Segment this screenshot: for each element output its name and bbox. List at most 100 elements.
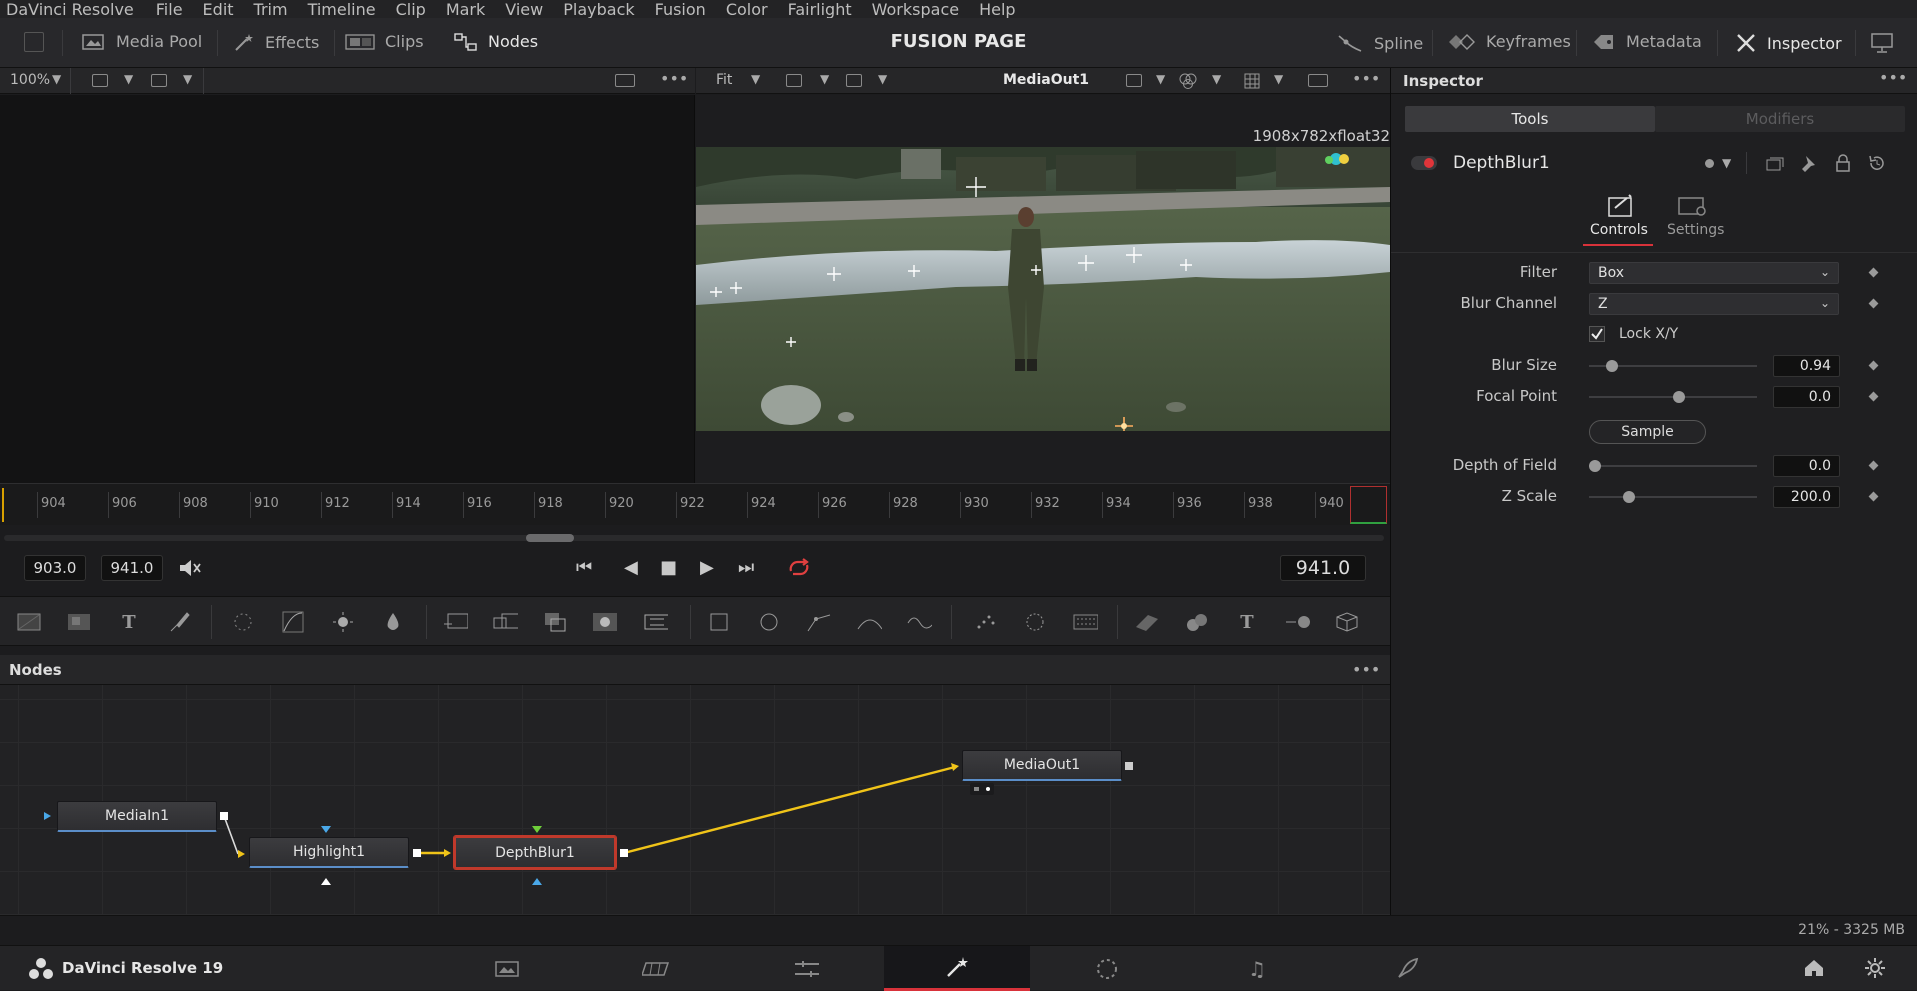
- lock-icon[interactable]: [1835, 154, 1851, 172]
- chevron-down-icon[interactable]: ▼: [1212, 72, 1221, 86]
- background-tool-icon[interactable]: [16, 609, 42, 635]
- chevron-down-icon[interactable]: ▼: [751, 72, 760, 86]
- clips-button[interactable]: Clips: [345, 32, 424, 51]
- keyframe-diamond-icon[interactable]: [1868, 267, 1879, 278]
- effects-button[interactable]: Effects: [233, 32, 319, 52]
- menu-clip[interactable]: Clip: [396, 0, 426, 19]
- chevron-down-icon[interactable]: ▼: [878, 72, 887, 86]
- transform-loop-tool-icon[interactable]: [642, 609, 668, 635]
- settings-icon[interactable]: [1677, 194, 1709, 218]
- menu-edit[interactable]: Edit: [203, 0, 234, 19]
- chevron-down-icon[interactable]: ▼: [1274, 72, 1283, 86]
- node-mediaout1[interactable]: MediaOut1: [962, 750, 1122, 781]
- fit-dropdown[interactable]: Fit: [716, 72, 732, 88]
- zoom-dropdown[interactable]: 100%: [10, 72, 50, 88]
- particle-render-icon[interactable]: [1022, 609, 1048, 635]
- speaker-icon[interactable]: [178, 558, 202, 578]
- home-icon[interactable]: [1803, 958, 1825, 978]
- stop-icon[interactable]: ■: [660, 557, 677, 578]
- channel-booleans-tool-icon[interactable]: [542, 609, 568, 635]
- node-depthblur1[interactable]: DepthBlur1: [454, 836, 616, 869]
- go-to-start-icon[interactable]: ⏮: [576, 557, 592, 578]
- version-icon[interactable]: [1766, 156, 1784, 172]
- keyframe-diamond-icon[interactable]: [1868, 491, 1879, 502]
- panel-toggle-button[interactable]: [24, 32, 44, 52]
- node-editor[interactable]: MediaIn1 Highlight1 DepthBlur1 MediaOut1: [0, 685, 1390, 915]
- focal-point-value[interactable]: 0.0: [1773, 386, 1840, 408]
- subtab-settings[interactable]: Settings: [1667, 222, 1724, 238]
- blur-channel-dropdown[interactable]: Z ⌄: [1589, 293, 1839, 315]
- more-options-icon[interactable]: •••: [1879, 68, 1907, 87]
- layout-icon[interactable]: [1308, 74, 1328, 87]
- text-3d-icon[interactable]: T: [1234, 609, 1260, 635]
- chevron-down-icon[interactable]: ▼: [820, 72, 829, 86]
- blur-size-slider[interactable]: [1589, 360, 1757, 372]
- wand-mask-icon[interactable]: [906, 609, 932, 635]
- tool-color-dot[interactable]: [1705, 159, 1714, 168]
- text-tool-icon[interactable]: T: [116, 609, 142, 635]
- chevron-down-icon[interactable]: ▼: [52, 72, 61, 86]
- merge-3d-tool-icon[interactable]: [492, 609, 518, 635]
- view-mode-icon[interactable]: [151, 74, 167, 87]
- subtab-controls[interactable]: Controls: [1590, 222, 1648, 238]
- grid-icon[interactable]: [1244, 73, 1260, 89]
- color-wheel-icon[interactable]: [1179, 73, 1197, 89]
- droplet-tool-icon[interactable]: [380, 609, 406, 635]
- keyframes-button[interactable]: Keyframes: [1448, 32, 1571, 51]
- blur-size-value[interactable]: 0.94: [1773, 355, 1840, 377]
- shape-3d-icon[interactable]: [1184, 609, 1210, 635]
- z-scale-slider[interactable]: [1589, 491, 1757, 503]
- keyframe-diamond-icon[interactable]: [1868, 460, 1879, 471]
- menu-file[interactable]: File: [156, 0, 183, 19]
- page-fusion-button[interactable]: [884, 946, 1030, 991]
- tab-tools[interactable]: Tools: [1405, 106, 1655, 132]
- paint-tool-icon[interactable]: [166, 609, 192, 635]
- more-options-icon[interactable]: •••: [1352, 660, 1380, 679]
- menu-mark[interactable]: Mark: [446, 0, 485, 19]
- merge-tool-icon[interactable]: [442, 609, 468, 635]
- depth-of-field-value[interactable]: 0.0: [1773, 455, 1840, 477]
- menu-workspace[interactable]: Workspace: [872, 0, 959, 19]
- in-marker[interactable]: [2, 488, 4, 522]
- in-point-field[interactable]: 903.0: [24, 555, 86, 581]
- more-options-icon[interactable]: •••: [1352, 69, 1380, 88]
- ellipse-mask-icon[interactable]: [756, 609, 782, 635]
- scroll-thumb[interactable]: [526, 534, 574, 542]
- menu-trim[interactable]: Trim: [254, 0, 288, 19]
- node-mediain1[interactable]: MediaIn1: [57, 801, 217, 832]
- pin-icon[interactable]: [1801, 155, 1817, 173]
- media-pool-button[interactable]: Media Pool: [82, 32, 202, 51]
- sample-button[interactable]: Sample: [1589, 420, 1706, 444]
- rectangle-mask-icon[interactable]: [706, 609, 732, 635]
- chevron-down-icon[interactable]: ▼: [1156, 72, 1165, 86]
- lock-xy-checkbox[interactable]: [1589, 326, 1605, 342]
- more-options-icon[interactable]: •••: [660, 69, 688, 88]
- loop-icon[interactable]: [786, 558, 812, 578]
- nodes-button[interactable]: Nodes: [454, 32, 538, 51]
- play-icon[interactable]: ▶: [700, 557, 714, 578]
- color-curves-tool-icon[interactable]: [280, 609, 306, 635]
- layout-icon[interactable]: [615, 74, 635, 87]
- menu-app[interactable]: DaVinci Resolve: [6, 0, 134, 19]
- spline-button[interactable]: Spline: [1336, 32, 1423, 54]
- page-edit-button[interactable]: [734, 946, 880, 991]
- matte-control-tool-icon[interactable]: [592, 609, 618, 635]
- slider-knob[interactable]: [1622, 491, 1635, 503]
- roi-icon[interactable]: [1126, 74, 1142, 87]
- gear-icon[interactable]: [1864, 957, 1886, 979]
- playhead[interactable]: [1350, 486, 1387, 524]
- bspline-mask-icon[interactable]: [856, 609, 882, 635]
- tab-modifiers[interactable]: Modifiers: [1655, 106, 1905, 132]
- chevron-down-icon[interactable]: ▼: [1722, 156, 1731, 170]
- brightness-contrast-tool-icon[interactable]: [330, 609, 356, 635]
- menu-help[interactable]: Help: [979, 0, 1015, 19]
- slider-knob[interactable]: [1589, 460, 1601, 472]
- color-corrector-tool-icon[interactable]: [230, 609, 256, 635]
- monitor-icon[interactable]: [1870, 32, 1894, 54]
- chevron-down-icon[interactable]: ▼: [124, 72, 133, 86]
- renderer-3d-icon[interactable]: [1334, 609, 1360, 635]
- play-reverse-icon[interactable]: ◀: [624, 557, 638, 578]
- metadata-button[interactable]: Metadata: [1592, 32, 1702, 51]
- inspector-button[interactable]: Inspector: [1735, 32, 1842, 54]
- menu-view[interactable]: View: [505, 0, 543, 19]
